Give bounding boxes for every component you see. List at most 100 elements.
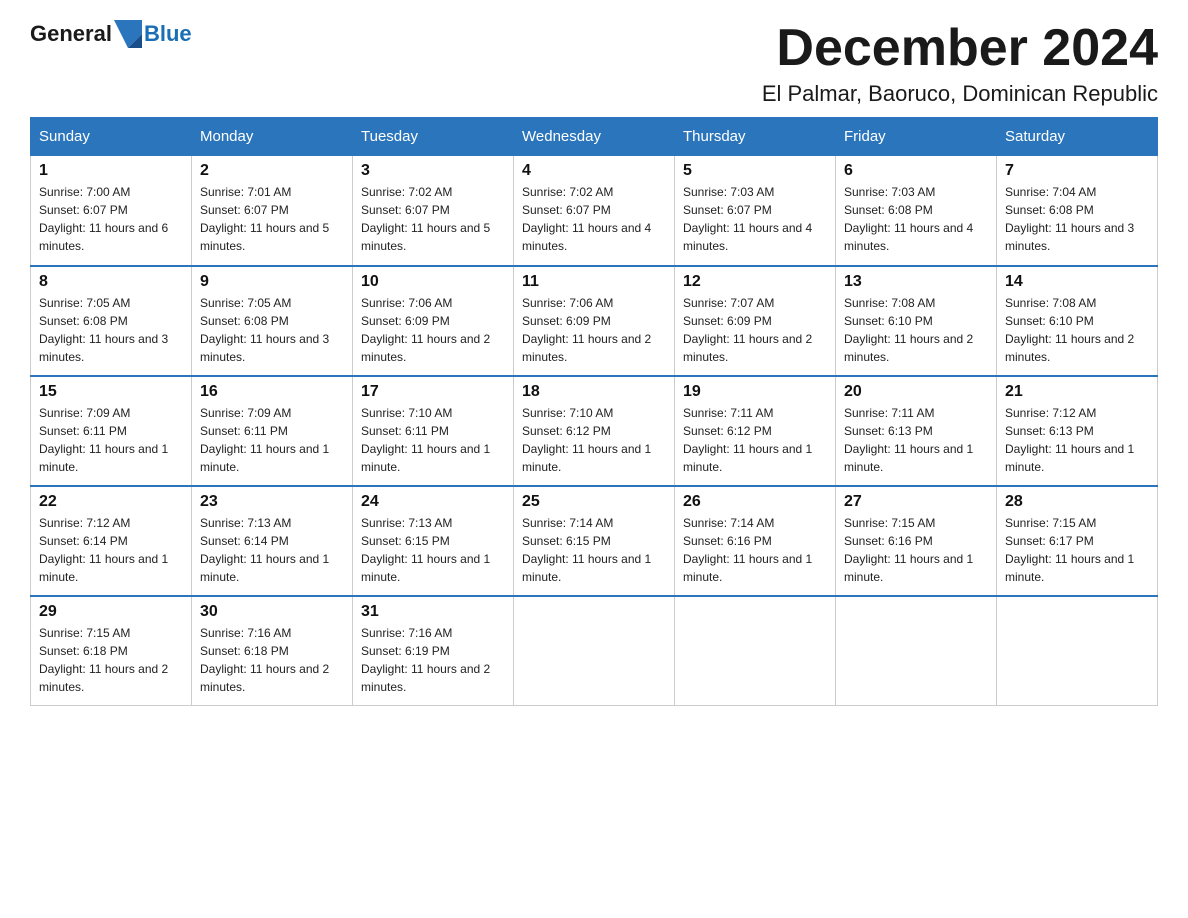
header-row: SundayMondayTuesdayWednesdayThursdayFrid… — [31, 118, 1158, 156]
day-info: Sunrise: 7:02 AMSunset: 6:07 PMDaylight:… — [361, 183, 505, 255]
logo: General Blue — [30, 20, 192, 48]
calendar-table: SundayMondayTuesdayWednesdayThursdayFrid… — [30, 117, 1158, 706]
calendar-cell: 10 Sunrise: 7:06 AMSunset: 6:09 PMDaylig… — [353, 266, 514, 376]
logo-blue-text: Blue — [144, 21, 192, 47]
calendar-cell: 29 Sunrise: 7:15 AMSunset: 6:18 PMDaylig… — [31, 596, 192, 706]
day-number: 27 — [844, 493, 988, 511]
day-info: Sunrise: 7:06 AMSunset: 6:09 PMDaylight:… — [522, 294, 666, 366]
calendar-header: SundayMondayTuesdayWednesdayThursdayFrid… — [31, 118, 1158, 156]
day-number: 1 — [39, 162, 183, 180]
day-number: 15 — [39, 383, 183, 401]
day-number: 26 — [683, 493, 827, 511]
day-info: Sunrise: 7:00 AMSunset: 6:07 PMDaylight:… — [39, 183, 183, 255]
calendar-cell: 5 Sunrise: 7:03 AMSunset: 6:07 PMDayligh… — [675, 156, 836, 266]
calendar-week-row: 1 Sunrise: 7:00 AMSunset: 6:07 PMDayligh… — [31, 156, 1158, 266]
header-day-sunday: Sunday — [31, 118, 192, 156]
calendar-cell — [836, 596, 997, 706]
header-day-thursday: Thursday — [675, 118, 836, 156]
header-day-wednesday: Wednesday — [514, 118, 675, 156]
day-info: Sunrise: 7:07 AMSunset: 6:09 PMDaylight:… — [683, 294, 827, 366]
calendar-cell: 18 Sunrise: 7:10 AMSunset: 6:12 PMDaylig… — [514, 376, 675, 486]
day-number: 2 — [200, 162, 344, 180]
day-number: 12 — [683, 273, 827, 291]
calendar-cell: 4 Sunrise: 7:02 AMSunset: 6:07 PMDayligh… — [514, 156, 675, 266]
day-info: Sunrise: 7:09 AMSunset: 6:11 PMDaylight:… — [39, 404, 183, 476]
day-info: Sunrise: 7:13 AMSunset: 6:15 PMDaylight:… — [361, 514, 505, 586]
day-info: Sunrise: 7:11 AMSunset: 6:12 PMDaylight:… — [683, 404, 827, 476]
day-info: Sunrise: 7:15 AMSunset: 6:16 PMDaylight:… — [844, 514, 988, 586]
calendar-cell: 19 Sunrise: 7:11 AMSunset: 6:12 PMDaylig… — [675, 376, 836, 486]
day-number: 24 — [361, 493, 505, 511]
calendar-cell: 23 Sunrise: 7:13 AMSunset: 6:14 PMDaylig… — [192, 486, 353, 596]
day-number: 13 — [844, 273, 988, 291]
day-info: Sunrise: 7:01 AMSunset: 6:07 PMDaylight:… — [200, 183, 344, 255]
day-info: Sunrise: 7:16 AMSunset: 6:19 PMDaylight:… — [361, 624, 505, 696]
day-info: Sunrise: 7:13 AMSunset: 6:14 PMDaylight:… — [200, 514, 344, 586]
calendar-cell: 6 Sunrise: 7:03 AMSunset: 6:08 PMDayligh… — [836, 156, 997, 266]
calendar-week-row: 29 Sunrise: 7:15 AMSunset: 6:18 PMDaylig… — [31, 596, 1158, 706]
day-number: 25 — [522, 493, 666, 511]
header-day-friday: Friday — [836, 118, 997, 156]
day-number: 28 — [1005, 493, 1149, 511]
day-info: Sunrise: 7:10 AMSunset: 6:11 PMDaylight:… — [361, 404, 505, 476]
day-number: 9 — [200, 273, 344, 291]
day-info: Sunrise: 7:14 AMSunset: 6:16 PMDaylight:… — [683, 514, 827, 586]
day-info: Sunrise: 7:09 AMSunset: 6:11 PMDaylight:… — [200, 404, 344, 476]
calendar-cell: 27 Sunrise: 7:15 AMSunset: 6:16 PMDaylig… — [836, 486, 997, 596]
day-info: Sunrise: 7:02 AMSunset: 6:07 PMDaylight:… — [522, 183, 666, 255]
day-number: 8 — [39, 273, 183, 291]
day-info: Sunrise: 7:03 AMSunset: 6:07 PMDaylight:… — [683, 183, 827, 255]
calendar-body: 1 Sunrise: 7:00 AMSunset: 6:07 PMDayligh… — [31, 156, 1158, 706]
calendar-cell: 24 Sunrise: 7:13 AMSunset: 6:15 PMDaylig… — [353, 486, 514, 596]
day-info: Sunrise: 7:12 AMSunset: 6:14 PMDaylight:… — [39, 514, 183, 586]
calendar-cell: 11 Sunrise: 7:06 AMSunset: 6:09 PMDaylig… — [514, 266, 675, 376]
title-area: December 2024 El Palmar, Baoruco, Domini… — [762, 20, 1158, 107]
header-day-monday: Monday — [192, 118, 353, 156]
day-number: 6 — [844, 162, 988, 180]
day-info: Sunrise: 7:15 AMSunset: 6:18 PMDaylight:… — [39, 624, 183, 696]
day-info: Sunrise: 7:11 AMSunset: 6:13 PMDaylight:… — [844, 404, 988, 476]
calendar-cell: 7 Sunrise: 7:04 AMSunset: 6:08 PMDayligh… — [997, 156, 1158, 266]
day-info: Sunrise: 7:16 AMSunset: 6:18 PMDaylight:… — [200, 624, 344, 696]
page-header: General Blue December 2024 El Palmar, Ba… — [30, 20, 1158, 107]
calendar-cell: 17 Sunrise: 7:10 AMSunset: 6:11 PMDaylig… — [353, 376, 514, 486]
day-number: 20 — [844, 383, 988, 401]
calendar-cell — [675, 596, 836, 706]
day-number: 3 — [361, 162, 505, 180]
header-day-tuesday: Tuesday — [353, 118, 514, 156]
calendar-cell: 9 Sunrise: 7:05 AMSunset: 6:08 PMDayligh… — [192, 266, 353, 376]
day-number: 21 — [1005, 383, 1149, 401]
calendar-cell: 2 Sunrise: 7:01 AMSunset: 6:07 PMDayligh… — [192, 156, 353, 266]
calendar-cell: 12 Sunrise: 7:07 AMSunset: 6:09 PMDaylig… — [675, 266, 836, 376]
day-number: 22 — [39, 493, 183, 511]
calendar-week-row: 15 Sunrise: 7:09 AMSunset: 6:11 PMDaylig… — [31, 376, 1158, 486]
calendar-cell: 25 Sunrise: 7:14 AMSunset: 6:15 PMDaylig… — [514, 486, 675, 596]
calendar-cell: 15 Sunrise: 7:09 AMSunset: 6:11 PMDaylig… — [31, 376, 192, 486]
calendar-cell: 13 Sunrise: 7:08 AMSunset: 6:10 PMDaylig… — [836, 266, 997, 376]
header-day-saturday: Saturday — [997, 118, 1158, 156]
calendar-week-row: 22 Sunrise: 7:12 AMSunset: 6:14 PMDaylig… — [31, 486, 1158, 596]
location-subtitle: El Palmar, Baoruco, Dominican Republic — [762, 81, 1158, 107]
calendar-cell — [997, 596, 1158, 706]
day-number: 10 — [361, 273, 505, 291]
calendar-cell: 8 Sunrise: 7:05 AMSunset: 6:08 PMDayligh… — [31, 266, 192, 376]
calendar-cell: 3 Sunrise: 7:02 AMSunset: 6:07 PMDayligh… — [353, 156, 514, 266]
day-number: 31 — [361, 603, 505, 621]
calendar-cell: 28 Sunrise: 7:15 AMSunset: 6:17 PMDaylig… — [997, 486, 1158, 596]
calendar-cell: 14 Sunrise: 7:08 AMSunset: 6:10 PMDaylig… — [997, 266, 1158, 376]
calendar-cell: 22 Sunrise: 7:12 AMSunset: 6:14 PMDaylig… — [31, 486, 192, 596]
day-info: Sunrise: 7:08 AMSunset: 6:10 PMDaylight:… — [844, 294, 988, 366]
logo-icon — [114, 20, 142, 48]
calendar-cell: 21 Sunrise: 7:12 AMSunset: 6:13 PMDaylig… — [997, 376, 1158, 486]
calendar-cell: 20 Sunrise: 7:11 AMSunset: 6:13 PMDaylig… — [836, 376, 997, 486]
day-number: 16 — [200, 383, 344, 401]
day-number: 29 — [39, 603, 183, 621]
day-number: 17 — [361, 383, 505, 401]
day-info: Sunrise: 7:05 AMSunset: 6:08 PMDaylight:… — [39, 294, 183, 366]
day-info: Sunrise: 7:04 AMSunset: 6:08 PMDaylight:… — [1005, 183, 1149, 255]
day-info: Sunrise: 7:15 AMSunset: 6:17 PMDaylight:… — [1005, 514, 1149, 586]
day-number: 23 — [200, 493, 344, 511]
calendar-cell: 16 Sunrise: 7:09 AMSunset: 6:11 PMDaylig… — [192, 376, 353, 486]
day-number: 5 — [683, 162, 827, 180]
calendar-cell: 1 Sunrise: 7:00 AMSunset: 6:07 PMDayligh… — [31, 156, 192, 266]
